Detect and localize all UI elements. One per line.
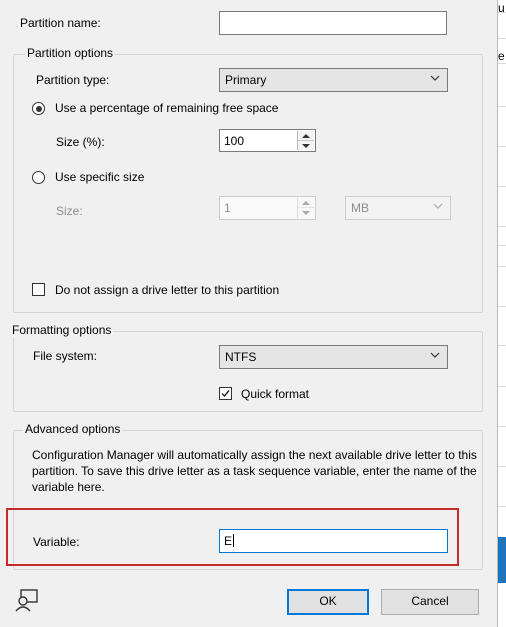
arrow-down-icon xyxy=(302,143,310,148)
file-system-label: File system: xyxy=(33,349,98,363)
quick-format-label: Quick format xyxy=(241,387,310,401)
no-drive-letter-label: Do not assign a drive letter to this par… xyxy=(55,283,280,297)
percentage-radio-label: Use a percentage of remaining free space xyxy=(55,101,279,115)
partition-options-title: Partition options xyxy=(25,46,116,60)
chevron-down-icon xyxy=(430,352,440,358)
spin-up-button[interactable] xyxy=(298,198,314,208)
specific-size-radio-label: Use specific size xyxy=(55,170,145,184)
percentage-radio[interactable] xyxy=(32,102,45,115)
size-label: Size: xyxy=(56,204,83,218)
background-window-selection xyxy=(498,537,506,583)
spin-down-button[interactable] xyxy=(298,208,314,218)
spin-down-button[interactable] xyxy=(298,141,314,151)
arrow-down-icon xyxy=(302,211,310,215)
partition-type-label: Partition type: xyxy=(36,73,110,87)
formatting-options-title: Formatting options xyxy=(10,323,114,337)
size-percent-label: Size (%): xyxy=(56,135,105,149)
partition-name-label: Partition name: xyxy=(20,16,101,30)
advanced-options-description: Configuration Manager will automatically… xyxy=(32,448,477,494)
size-spinner[interactable]: 1 xyxy=(219,196,316,220)
checkmark-icon xyxy=(221,390,230,398)
spin-up-button[interactable] xyxy=(298,131,314,141)
quick-format-checkbox[interactable] xyxy=(219,387,232,400)
chevron-down-icon xyxy=(433,203,443,209)
partition-name-input[interactable] xyxy=(219,11,447,35)
arrow-up-icon xyxy=(302,201,310,205)
annotation-highlight-box xyxy=(6,508,459,566)
user-help-icon[interactable] xyxy=(13,589,41,613)
specific-size-radio[interactable] xyxy=(32,171,45,184)
ok-button[interactable]: OK xyxy=(287,589,369,615)
size-unit-dropdown[interactable]: MB xyxy=(345,196,451,220)
advanced-options-title: Advanced options xyxy=(23,422,123,436)
partition-type-dropdown[interactable]: Primary xyxy=(219,68,448,92)
arrow-up-icon xyxy=(302,134,310,138)
cancel-button[interactable]: Cancel xyxy=(381,589,479,615)
partition-properties-dialog: Partition name: Partition options Partit… xyxy=(0,0,498,627)
no-drive-letter-checkbox[interactable] xyxy=(32,283,45,296)
size-percent-spinner[interactable]: 100 xyxy=(219,129,316,152)
background-window-edge: u e xyxy=(498,0,506,627)
file-system-dropdown[interactable]: NTFS xyxy=(219,345,448,369)
chevron-down-icon xyxy=(430,75,440,81)
background-window-text: e xyxy=(498,49,505,63)
